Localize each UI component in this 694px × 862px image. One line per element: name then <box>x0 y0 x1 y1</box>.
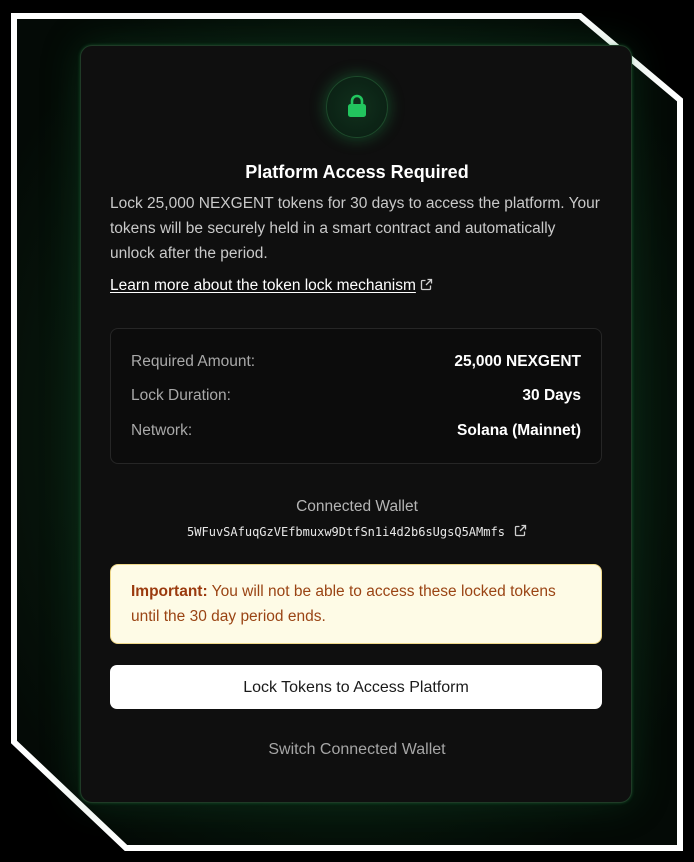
wallet-address: 5WFuvSAfuqGzVEfbmuxw9DtfSn1i4d2b6sUgsQ5A… <box>187 525 505 539</box>
lock-tokens-button[interactable]: Lock Tokens to Access Platform <box>110 665 602 709</box>
screenshot-frame: Platform Access Required Lock 25,000 NEX… <box>0 0 694 862</box>
detail-label: Lock Duration: <box>131 387 231 404</box>
learn-more-label: Learn more about the token lock mechanis… <box>110 277 416 294</box>
access-card: Platform Access Required Lock 25,000 NEX… <box>80 45 632 803</box>
lock-details-panel: Required Amount: 25,000 NEXGENT Lock Dur… <box>110 328 602 464</box>
wallet-address-link[interactable]: 5WFuvSAfuqGzVEfbmuxw9DtfSn1i4d2b6sUgsQ5A… <box>81 524 633 539</box>
warning-prefix: Important: <box>131 583 208 600</box>
external-link-icon <box>514 524 527 537</box>
detail-value: 25,000 NEXGENT <box>454 353 581 370</box>
learn-more-link[interactable]: Learn more about the token lock mechanis… <box>110 277 433 295</box>
detail-row-required-amount: Required Amount: 25,000 NEXGENT <box>131 353 581 373</box>
lock-badge <box>326 76 388 138</box>
switch-wallet-link[interactable]: Switch Connected Wallet <box>81 741 633 759</box>
detail-label: Required Amount: <box>131 353 256 370</box>
detail-row-network: Network: Solana (Mainnet) <box>131 422 581 442</box>
detail-value: 30 Days <box>522 387 581 404</box>
detail-row-lock-duration: Lock Duration: 30 Days <box>131 387 581 407</box>
lock-icon <box>348 94 366 117</box>
connected-wallet-label: Connected Wallet <box>296 498 418 515</box>
external-link-icon <box>420 278 433 291</box>
detail-value: Solana (Mainnet) <box>456 422 581 439</box>
detail-label: Network: <box>131 422 193 439</box>
important-warning: Important: You will not be able to acces… <box>110 564 602 644</box>
page-title: Platform Access Required <box>245 162 469 182</box>
access-description: Lock 25,000 NEXGENT tokens for 30 days t… <box>110 195 600 262</box>
